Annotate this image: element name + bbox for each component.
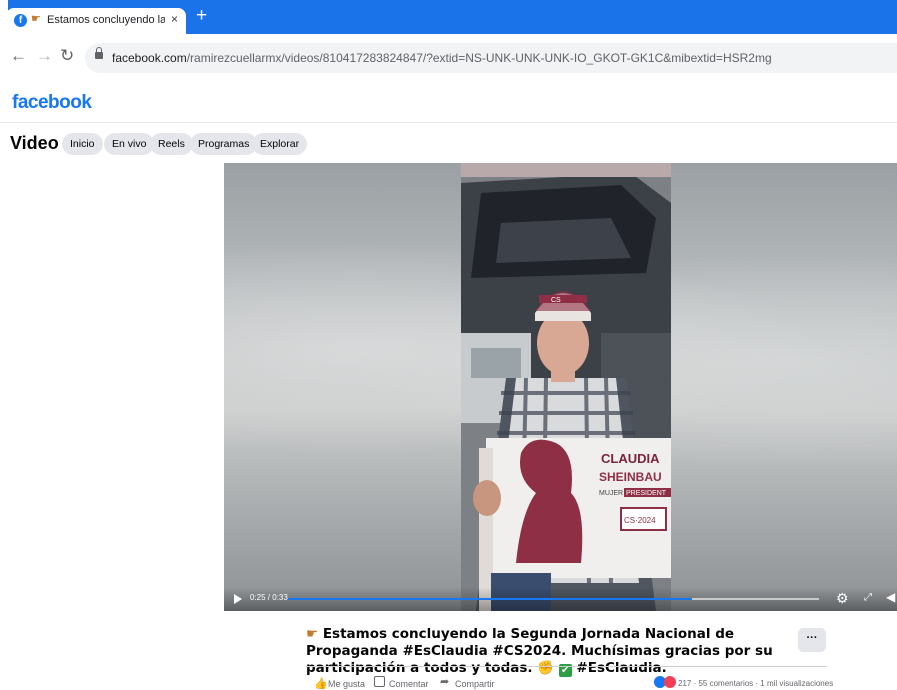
volume-icon[interactable]: ◀ (886, 590, 895, 604)
back-arrow-icon[interactable]: ← (10, 46, 27, 66)
svg-text:CS·2024: CS·2024 (624, 516, 656, 525)
like-icon[interactable]: 👍 (314, 677, 328, 690)
post-caption: ☛ Estamos concluyendo la Segunda Jornada… (306, 626, 792, 677)
url-bar[interactable]: facebook.com/ramirezcuellarmx/videos/810… (85, 43, 897, 73)
video-player[interactable]: CS CLAUDIA SHEINBAU MUJER PRESIDENT CS·2… (224, 163, 897, 611)
svg-text:MUJER: MUJER (599, 490, 623, 497)
svg-text:PRESIDENT: PRESIDENT (626, 490, 667, 497)
section-title: Video (10, 133, 59, 153)
video-frame: CS CLAUDIA SHEINBAU MUJER PRESIDENT CS·2… (461, 163, 671, 611)
browser-tab[interactable]: f ☛ Estamos concluyendo la Segu × (6, 8, 186, 34)
fullscreen-icon[interactable]: ⤢ (864, 592, 872, 603)
tab-title: Estamos concluyendo la Segu (47, 14, 165, 26)
forward-arrow-icon[interactable]: → (36, 46, 53, 66)
reload-icon[interactable]: ↻ (60, 46, 74, 66)
player-controls: 0:25 / 0:33 ⚙ ⤢ ◀ (224, 587, 897, 611)
facebook-favicon-icon: f (14, 14, 27, 27)
tab-programas[interactable]: Programas (190, 133, 258, 155)
share-icon[interactable]: ➦ (440, 675, 449, 688)
actions-divider (306, 666, 827, 667)
new-tab-button[interactable]: + (196, 6, 207, 26)
play-icon[interactable] (234, 594, 242, 604)
tab-inicio[interactable]: Inicio (62, 133, 103, 155)
engagement-stats: 217 · 55 comentarios · 1 mil visualizaci… (678, 679, 834, 688)
more-options-button[interactable]: ··· (798, 628, 826, 652)
pointing-hand-icon: ☛ (306, 626, 319, 642)
tab-reels[interactable]: Reels (150, 133, 193, 155)
svg-text:CS: CS (551, 297, 561, 304)
close-tab-icon[interactable]: × (171, 12, 178, 26)
video-frame-image: CS CLAUDIA SHEINBAU MUJER PRESIDENT CS·2… (461, 163, 671, 611)
browser-tabstrip: f ☛ Estamos concluyendo la Segu × + (0, 0, 897, 34)
lock-icon (95, 47, 103, 59)
gear-icon[interactable]: ⚙ (836, 591, 849, 605)
time-display: 0:25 / 0:33 (250, 593, 288, 602)
url-text: facebook.com/ramirezcuellarmx/videos/810… (112, 51, 772, 65)
raised-fist-icon: ✊ (537, 660, 555, 676)
address-toolbar: ← → ↻ facebook.com/ramirezcuellarmx/vide… (0, 34, 897, 84)
tab-explorar[interactable]: Explorar (252, 133, 308, 155)
comment-icon[interactable] (374, 676, 385, 687)
love-reaction-icon (664, 676, 676, 688)
progress-fill (288, 598, 692, 600)
caption-hashtag: #EsClaudia. (571, 660, 667, 676)
svg-text:SHEINBAU: SHEINBAU (599, 470, 662, 484)
facebook-logo[interactable]: facebook (12, 92, 92, 114)
pointing-hand-icon: ☛ (31, 13, 41, 25)
header-divider (0, 122, 897, 123)
tab-en-vivo[interactable]: En vivo (104, 133, 155, 155)
progress-bar[interactable] (288, 598, 819, 600)
svg-text:CLAUDIA: CLAUDIA (601, 451, 660, 466)
